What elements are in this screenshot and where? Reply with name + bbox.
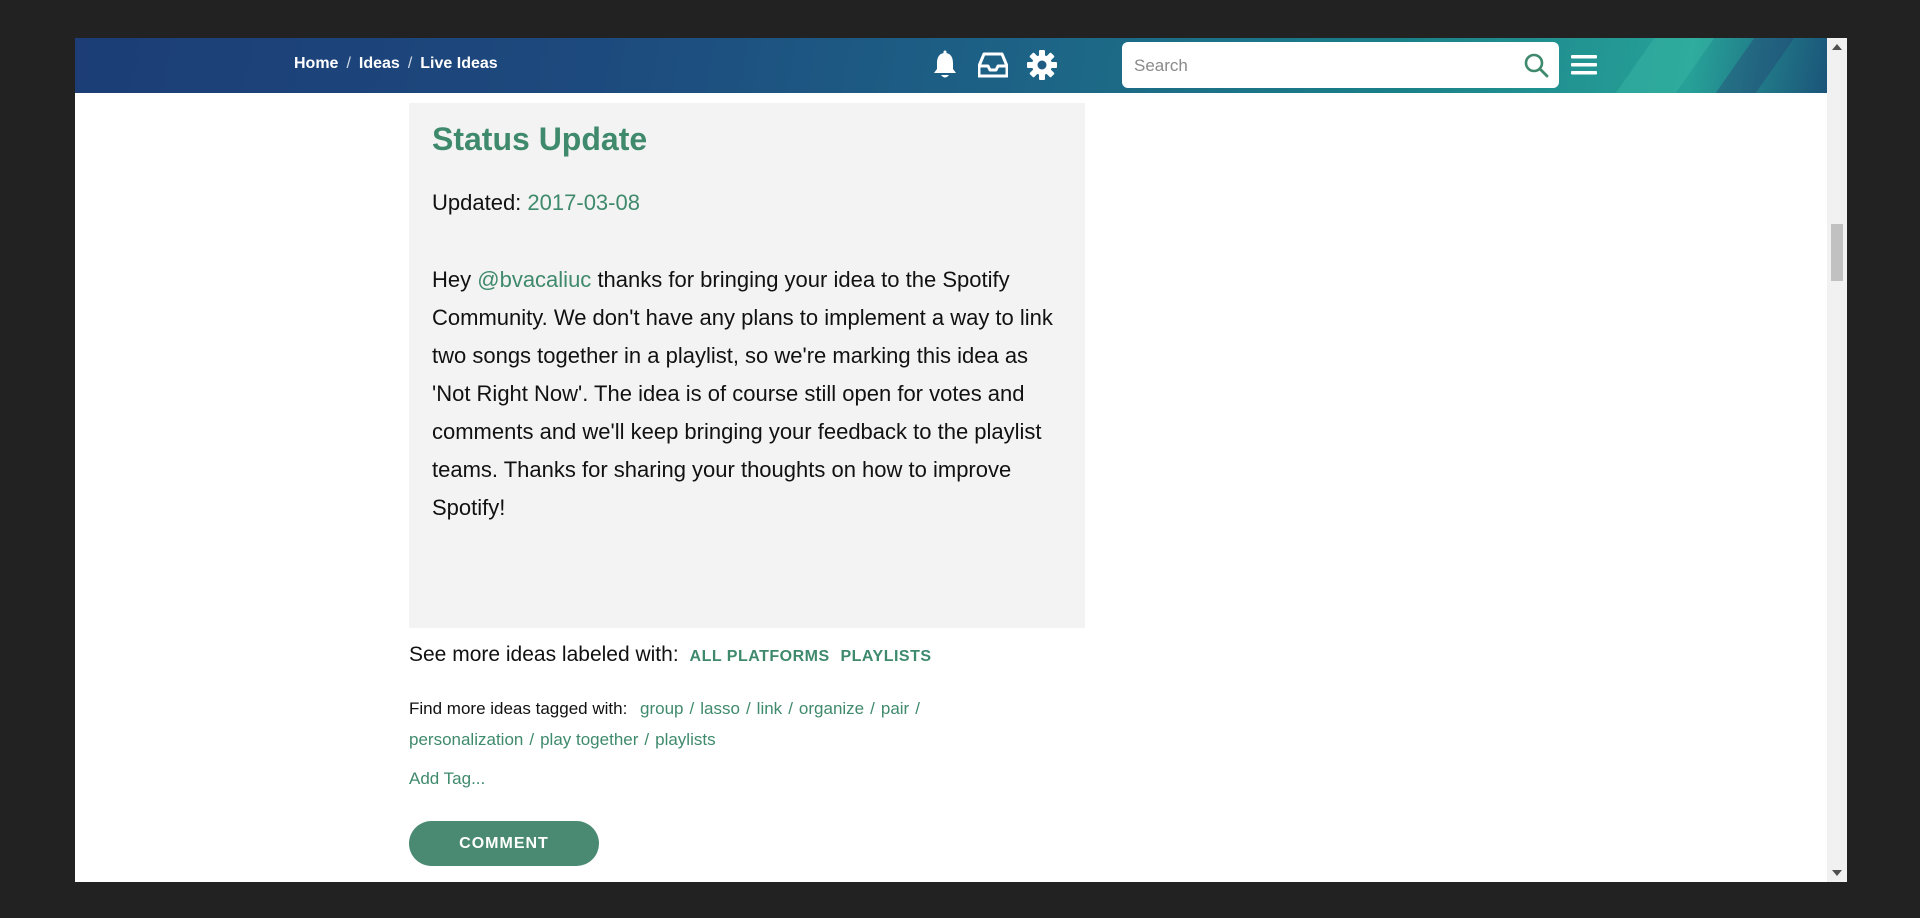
- status-title: Status Update: [432, 121, 648, 157]
- tag-separator: /: [689, 699, 695, 718]
- tag-separator: /: [644, 730, 650, 749]
- add-tag-link[interactable]: Add Tag...: [409, 769, 485, 789]
- search-icon[interactable]: [1523, 52, 1549, 78]
- scrollbar-thumb[interactable]: [1831, 224, 1843, 281]
- search-input[interactable]: [1132, 51, 1506, 81]
- tag-separator: /: [745, 699, 751, 718]
- tag-link[interactable]: group: [640, 699, 683, 718]
- message-greeting: Hey: [432, 267, 472, 292]
- updated-label: Updated:: [432, 190, 522, 215]
- breadcrumb-separator: /: [346, 55, 351, 72]
- tag-separator: /: [788, 699, 793, 718]
- tag-separator: /: [870, 699, 875, 718]
- header-decoration: [1615, 38, 1715, 93]
- inbox-icon: [978, 52, 1008, 78]
- scroll-up-arrow-icon[interactable]: [1832, 44, 1842, 50]
- breadcrumb-home[interactable]: Home: [294, 55, 338, 72]
- comment-button[interactable]: COMMENT: [409, 821, 599, 866]
- labels-prefix: See more ideas labeled with:: [409, 643, 679, 666]
- label-playlists[interactable]: PLAYLISTS: [840, 648, 931, 665]
- inbox-button[interactable]: [975, 47, 1011, 83]
- menu-button[interactable]: [1569, 50, 1599, 80]
- tag-link[interactable]: organize: [799, 699, 864, 718]
- tag-link[interactable]: play together: [540, 730, 638, 749]
- tag-link[interactable]: personalization: [409, 730, 523, 749]
- tag-link[interactable]: playlists: [655, 730, 715, 749]
- scroll-down-arrow-icon[interactable]: [1832, 870, 1842, 876]
- updated-date: 2017-03-08: [527, 190, 640, 215]
- browser-viewport: Home / Ideas / Live Ideas Search Status …: [75, 38, 1847, 882]
- tag-link[interactable]: link: [757, 699, 783, 718]
- breadcrumb-separator: /: [407, 55, 413, 72]
- tag-separator: /: [529, 730, 535, 749]
- status-message: Hey @bvacaliuc thanks for bringing your …: [432, 261, 1062, 527]
- tag-link[interactable]: lasso: [700, 699, 740, 718]
- labels-row: See more ideas labeled with: ALL PLATFOR…: [409, 643, 932, 667]
- breadcrumb-live-ideas[interactable]: Live Ideas: [420, 55, 497, 72]
- tag-separator: /: [915, 699, 920, 718]
- user-mention-link[interactable]: @bvacaliuc: [477, 267, 591, 292]
- menu-icon: [1571, 55, 1597, 75]
- breadcrumb: Home / Ideas / Live Ideas: [294, 55, 498, 73]
- label-all-platforms[interactable]: ALL PLATFORMS: [690, 648, 830, 665]
- notifications-button[interactable]: [927, 47, 963, 83]
- status-update-panel: Status Update Updated: 2017-03-08 Hey @b…: [409, 103, 1085, 628]
- message-text: thanks for bringing your idea to the Spo…: [432, 267, 1053, 520]
- search-box: [1122, 42, 1559, 88]
- tags-list: Find more ideas tagged with: group / lasso…: [409, 693, 1049, 755]
- breadcrumb-ideas[interactable]: Ideas: [359, 55, 400, 72]
- tags-prefix: Find more ideas tagged with:: [409, 699, 628, 718]
- top-navigation-bar: Home / Ideas / Live Ideas: [75, 38, 1827, 93]
- updated-line: Updated: 2017-03-08: [432, 190, 640, 216]
- vertical-scrollbar[interactable]: [1827, 38, 1847, 882]
- tag-link[interactable]: pair: [881, 699, 909, 718]
- gear-icon: [1027, 50, 1057, 80]
- bell-icon: [934, 50, 956, 78]
- settings-button[interactable]: [1024, 47, 1060, 83]
- header-decoration: [1715, 38, 1795, 93]
